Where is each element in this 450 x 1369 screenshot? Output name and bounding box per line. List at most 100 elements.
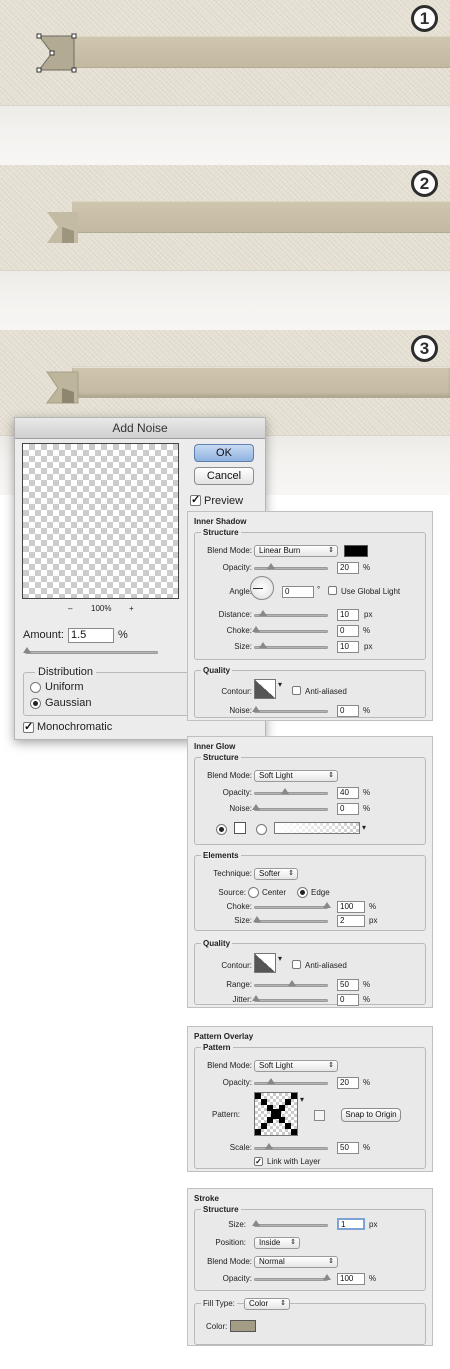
size-input[interactable]: 2 (337, 915, 365, 927)
slider-thumb[interactable] (252, 626, 260, 632)
contour-dropdown-arrow[interactable]: ▾ (278, 954, 282, 964)
gaussian-radio[interactable] (30, 698, 41, 709)
amount-input[interactable]: 1.5 (68, 628, 114, 643)
fill-type-label: Fill Type: (201, 1299, 237, 1309)
opacity-input[interactable]: 100 (337, 1273, 365, 1285)
ok-button[interactable]: OK (194, 444, 254, 462)
slider-thumb[interactable] (281, 788, 289, 794)
slider-thumb[interactable] (267, 1078, 275, 1084)
pattern-dropdown-arrow[interactable]: ▾ (300, 1095, 304, 1105)
noise-slider[interactable] (252, 804, 328, 811)
distance-input[interactable]: 10 (337, 609, 359, 621)
chevron-updown-icon: ⇕ (328, 772, 334, 779)
slider-thumb[interactable] (252, 1220, 260, 1226)
range-input[interactable]: 50 (337, 979, 359, 991)
blend-mode-select[interactable]: Linear Burn ⇕ (254, 545, 338, 557)
amount-slider-thumb[interactable] (23, 647, 31, 653)
position-select[interactable]: Inside ⇕ (254, 1237, 300, 1249)
scale-slider[interactable] (254, 1143, 328, 1150)
size-slider[interactable] (254, 642, 328, 649)
slider-thumb[interactable] (252, 804, 260, 810)
noise-label: Noise: (229, 706, 252, 715)
solid-color-radio[interactable] (216, 824, 227, 835)
noise-input[interactable]: 0 (337, 705, 359, 717)
size-unit: px (369, 916, 378, 925)
noise-input[interactable]: 0 (337, 803, 359, 815)
choke-input[interactable]: 100 (337, 901, 365, 913)
ribbon-tail-selection (36, 33, 77, 73)
blend-mode-select[interactable]: Soft Light ⇕ (254, 1060, 338, 1072)
gradient-dropdown-arrow[interactable]: ▾ (362, 823, 366, 833)
slider-thumb[interactable] (252, 995, 260, 1001)
preview-checkbox[interactable]: ✓ (190, 495, 201, 506)
pattern-label: Pattern: (211, 1110, 240, 1119)
choke-slider[interactable] (252, 626, 328, 633)
gradient-radio[interactable] (256, 824, 267, 835)
cancel-button[interactable]: Cancel (194, 467, 254, 485)
contour-picker[interactable] (254, 679, 276, 699)
size-label: Size: (234, 642, 252, 651)
anti-aliased-checkbox[interactable] (292, 686, 301, 695)
slider-thumb[interactable] (323, 902, 331, 908)
opacity-slider[interactable] (254, 563, 328, 570)
jitter-slider[interactable] (252, 995, 328, 1002)
distance-slider[interactable] (254, 610, 328, 617)
opacity-input[interactable]: 20 (337, 1077, 359, 1089)
gradient-picker[interactable] (274, 822, 360, 834)
monochromatic-checkbox[interactable]: ✓ (23, 722, 34, 733)
slider-thumb[interactable] (267, 563, 275, 569)
slider-thumb[interactable] (323, 1274, 331, 1280)
glow-color-swatch[interactable] (234, 822, 246, 834)
pattern-swatch[interactable] (254, 1092, 298, 1136)
edge-radio[interactable] (297, 887, 308, 898)
range-slider[interactable] (254, 980, 328, 987)
size-unit: px (369, 1220, 378, 1229)
jitter-input[interactable]: 0 (337, 994, 359, 1006)
uniform-radio[interactable] (30, 682, 41, 693)
slider-thumb[interactable] (265, 1143, 273, 1149)
noise-slider[interactable] (252, 706, 328, 713)
opacity-slider[interactable] (254, 788, 328, 795)
choke-slider[interactable] (254, 902, 331, 909)
new-preset-icon[interactable] (314, 1110, 325, 1121)
size-input[interactable]: 10 (337, 641, 359, 653)
contour-picker[interactable] (254, 953, 276, 973)
link-with-layer-checkbox[interactable]: ✓ (254, 1157, 263, 1166)
preview-canvas[interactable] (22, 443, 179, 599)
snap-to-origin-button[interactable]: Snap to Origin (341, 1108, 401, 1122)
slider-thumb[interactable] (253, 916, 261, 922)
slider-thumb[interactable] (252, 706, 260, 712)
amount-slider[interactable] (23, 647, 158, 654)
size-slider[interactable] (253, 916, 328, 923)
size-label: Size: (228, 1220, 246, 1229)
angle-dial[interactable] (250, 576, 274, 600)
opacity-slider[interactable] (254, 1274, 331, 1281)
zoom-out-button[interactable]: – (68, 604, 72, 614)
slider-thumb[interactable] (288, 980, 296, 986)
blend-mode-select[interactable]: Normal ⇕ (254, 1256, 338, 1268)
zoom-in-button[interactable]: + (129, 604, 134, 614)
fill-type-select[interactable]: Color ⇕ (244, 1298, 290, 1310)
shadow-color-swatch[interactable] (344, 545, 368, 557)
slider-thumb[interactable] (259, 610, 267, 616)
choke-label: Choke: (226, 626, 252, 635)
blend-mode-select[interactable]: Soft Light ⇕ (254, 770, 338, 782)
size-slider[interactable] (252, 1220, 328, 1227)
slider-thumb[interactable] (259, 642, 267, 648)
chevron-updown-icon: ⇕ (288, 870, 294, 877)
center-radio[interactable] (248, 887, 259, 898)
opacity-input[interactable]: 40 (337, 787, 359, 799)
opacity-slider[interactable] (254, 1078, 328, 1085)
blend-mode-label: Blend Mode: (207, 771, 252, 780)
preview-label: Preview (204, 495, 244, 507)
stroke-color-swatch[interactable] (230, 1320, 256, 1332)
opacity-input[interactable]: 20 (337, 562, 359, 574)
anti-aliased-checkbox[interactable] (292, 960, 301, 969)
choke-input[interactable]: 0 (337, 625, 359, 637)
scale-input[interactable]: 50 (337, 1142, 359, 1154)
size-input[interactable]: 1 (337, 1218, 365, 1230)
technique-select[interactable]: Softer ⇕ (254, 868, 298, 880)
global-light-checkbox[interactable] (328, 586, 337, 595)
angle-input[interactable]: 0 (282, 586, 314, 598)
contour-dropdown-arrow[interactable]: ▾ (278, 680, 282, 690)
